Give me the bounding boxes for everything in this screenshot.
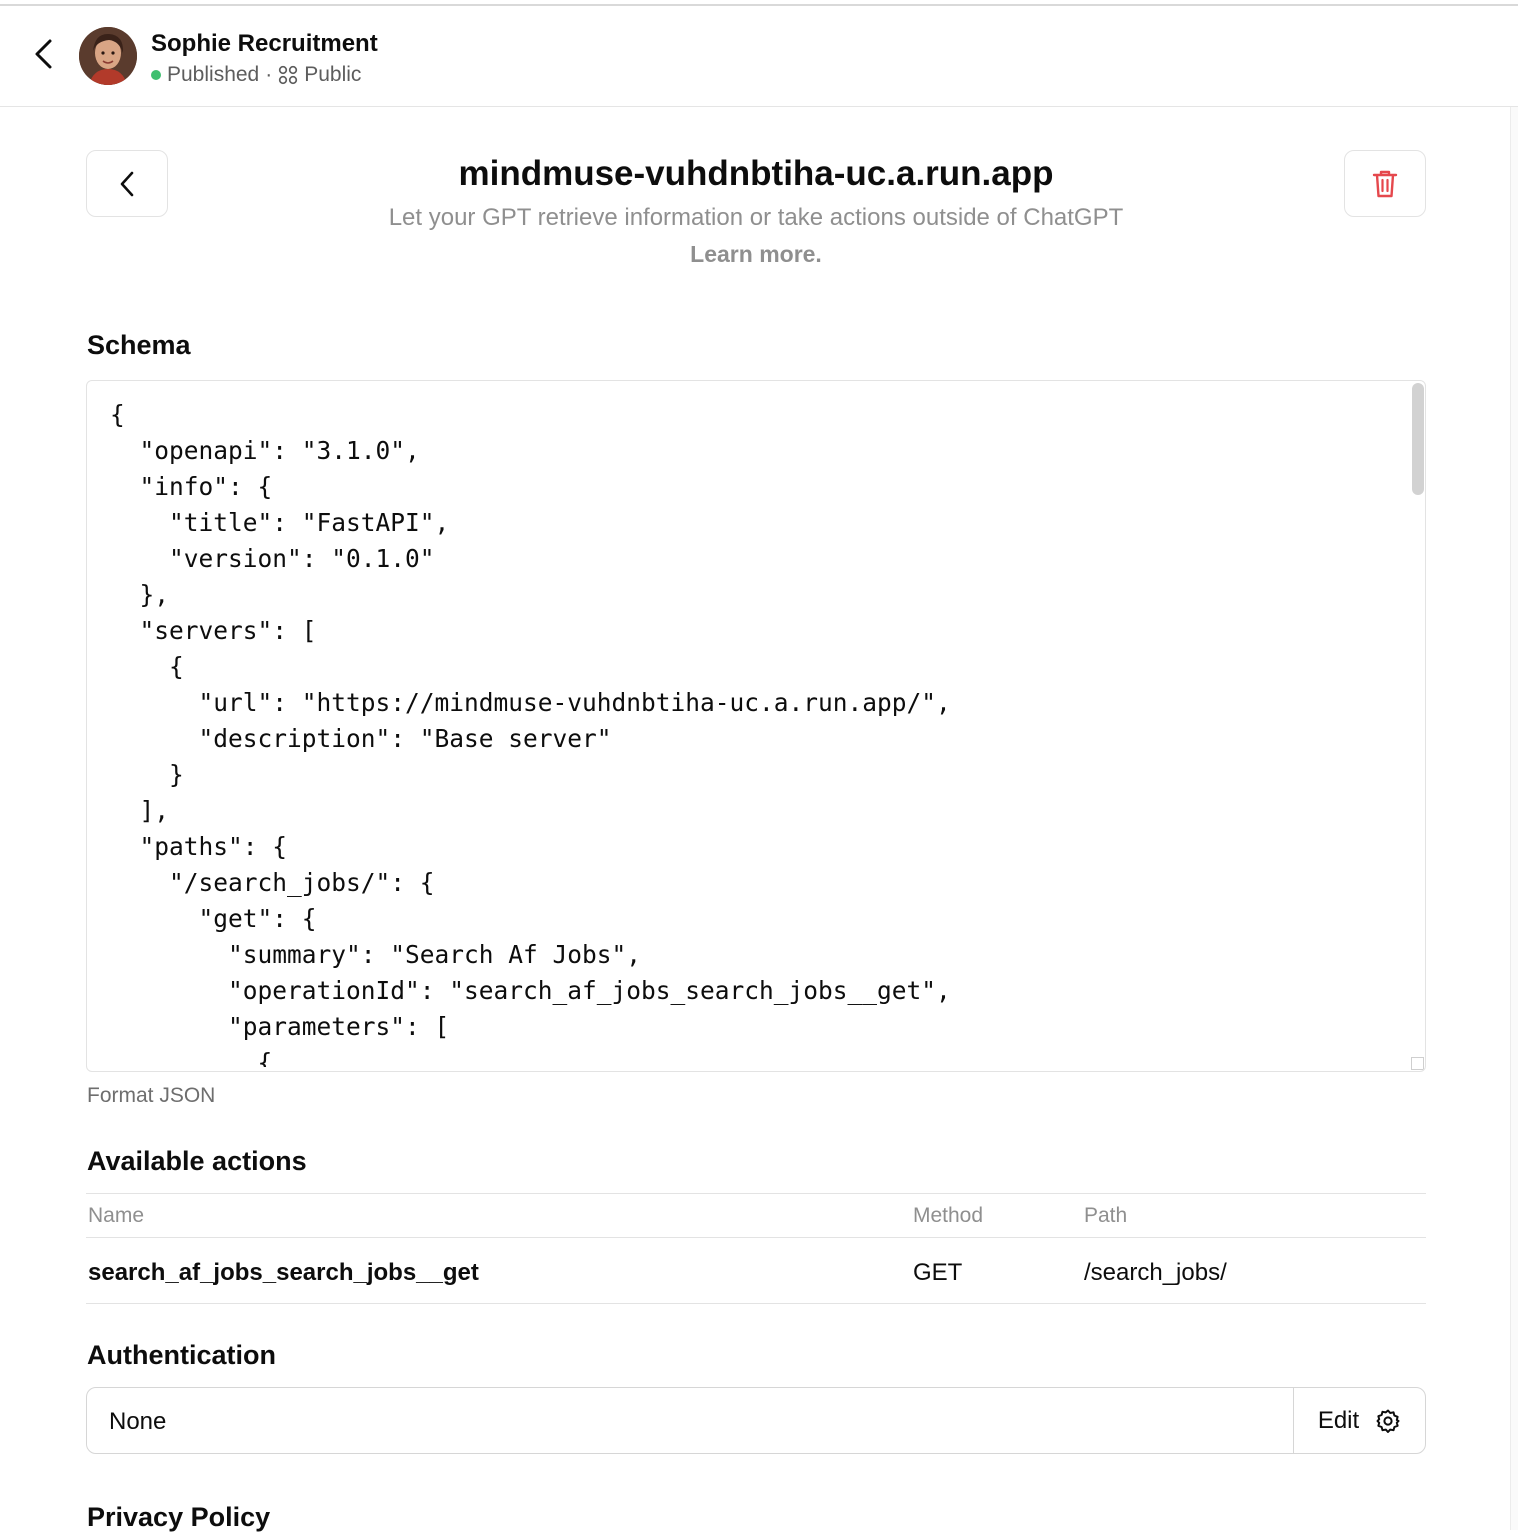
format-json-button[interactable]: Format JSON bbox=[87, 1084, 215, 1108]
column-header-name: Name bbox=[88, 1204, 145, 1227]
learn-more-link[interactable]: Learn more. bbox=[86, 241, 1426, 268]
column-header-method: Method bbox=[913, 1204, 984, 1227]
status-label: Published bbox=[167, 63, 260, 86]
published-status-dot bbox=[151, 70, 161, 80]
gear-icon bbox=[1376, 1409, 1400, 1433]
resize-handle[interactable] bbox=[1411, 1057, 1424, 1070]
chevron-left-icon bbox=[35, 39, 52, 69]
gpt-header: Sophie Recruitment Published · Public bbox=[0, 6, 1518, 107]
edit-label: Edit bbox=[1317, 1406, 1360, 1434]
table-divider bbox=[86, 1237, 1426, 1238]
gpt-name: Sophie Recruitment bbox=[151, 30, 378, 57]
visibility-label: Public bbox=[304, 63, 362, 86]
authentication-heading: Authentication bbox=[87, 1340, 276, 1370]
schema-scrollbar-thumb[interactable] bbox=[1412, 383, 1424, 495]
action-domain-title: mindmuse-vuhdnbtiha-uc.a.run.app bbox=[458, 154, 1054, 193]
schema-editor[interactable]: { "openapi": "3.1.0", "info": { "title":… bbox=[86, 380, 1426, 1072]
schema-code[interactable]: { "openapi": "3.1.0", "info": { "title":… bbox=[110, 397, 1400, 1067]
authentication-value: None bbox=[109, 1408, 167, 1435]
column-header-path: Path bbox=[1084, 1204, 1128, 1227]
delete-button[interactable] bbox=[1344, 150, 1426, 217]
authentication-edit-button[interactable]: Edit bbox=[1294, 1388, 1425, 1453]
gpt-status: Published · Public bbox=[151, 63, 361, 87]
avatar bbox=[79, 27, 137, 85]
header-back-button[interactable] bbox=[26, 36, 62, 72]
page-scrollbar[interactable] bbox=[1510, 107, 1518, 1530]
trash-icon bbox=[1372, 170, 1398, 197]
action-subtitle: Let your GPT retrieve information or tak… bbox=[388, 204, 1124, 231]
privacy-policy-heading: Privacy Policy bbox=[87, 1502, 271, 1532]
status-separator: · bbox=[265, 63, 273, 86]
table-divider bbox=[86, 1303, 1426, 1304]
table-divider bbox=[86, 1193, 1426, 1194]
schema-heading: Schema bbox=[87, 330, 191, 360]
action-path-cell: /search_jobs/ bbox=[1084, 1259, 1227, 1286]
action-method-cell: GET bbox=[913, 1259, 963, 1286]
authentication-field: None Edit bbox=[86, 1387, 1426, 1454]
available-actions-heading: Available actions bbox=[87, 1146, 307, 1176]
grid-icon bbox=[279, 65, 298, 85]
action-name-cell: search_af_jobs_search_jobs__get bbox=[88, 1259, 479, 1286]
